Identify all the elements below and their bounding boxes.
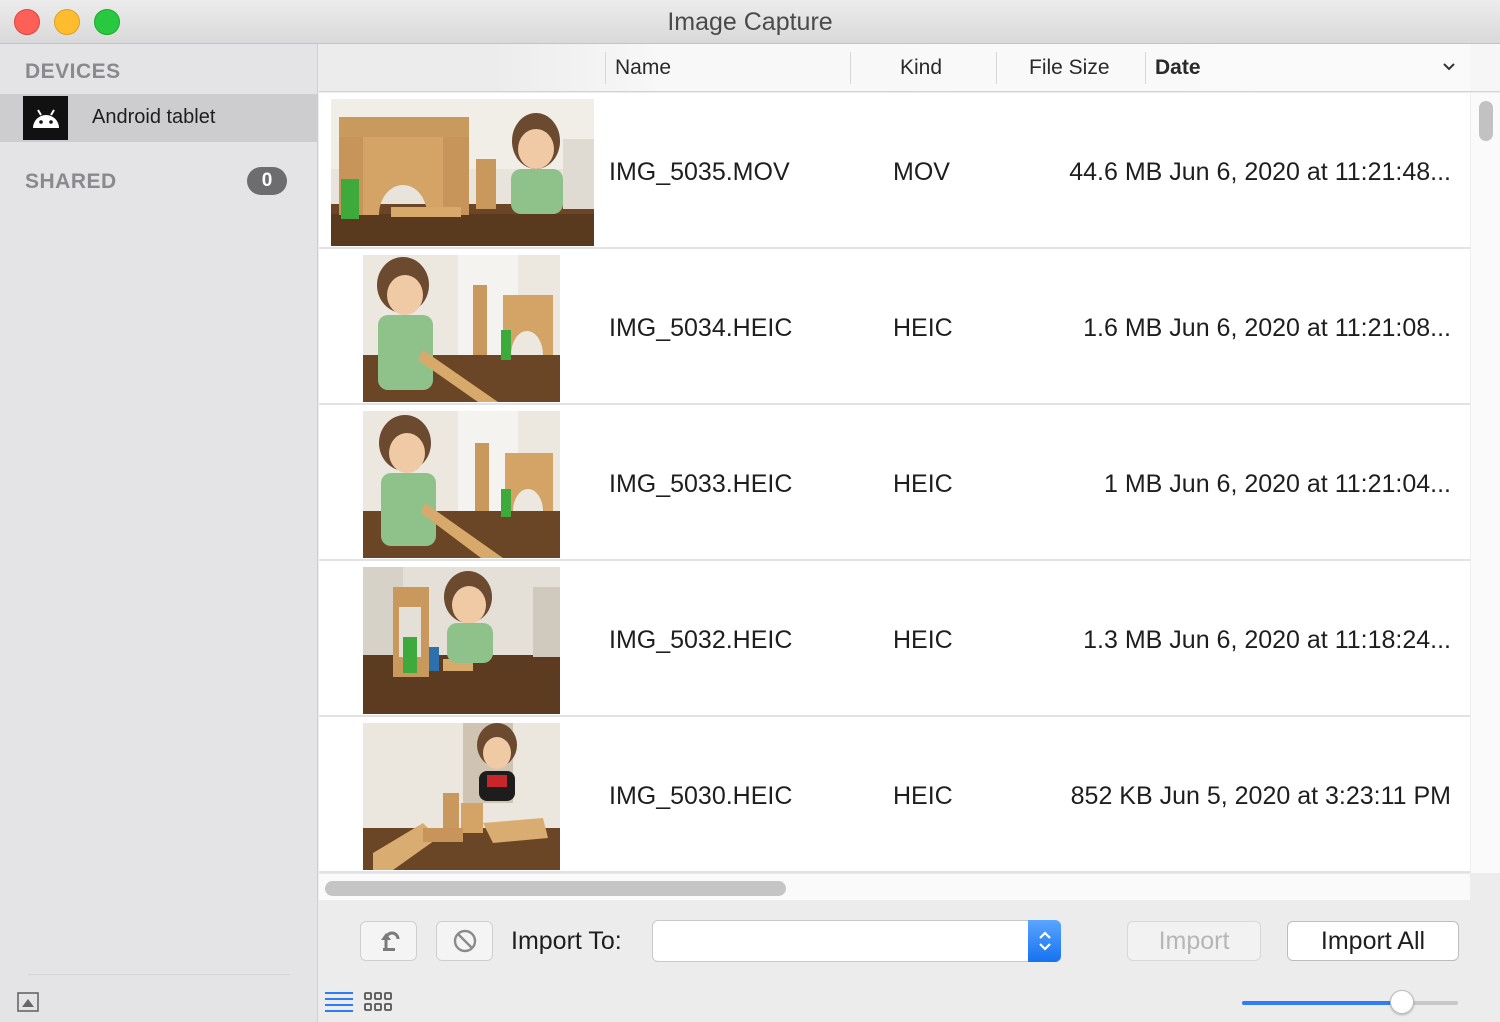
thumbnail-image <box>363 567 560 714</box>
table-row[interactable]: IMG_5030.HEIC HEIC 852 KB Jun 5, 2020 at… <box>319 717 1470 873</box>
sort-chevron-down-icon[interactable] <box>1442 62 1456 72</box>
up-down-chevron-icon <box>1038 931 1051 951</box>
file-kind: HEIC <box>893 626 953 654</box>
file-kind: HEIC <box>893 470 953 498</box>
file-size-date: 1.3 MB Jun 6, 2020 at 11:18:24... <box>1083 626 1451 654</box>
column-date[interactable]: Date <box>1155 56 1201 80</box>
column-separator <box>996 52 997 84</box>
column-separator <box>1145 52 1146 84</box>
file-kind: HEIC <box>893 782 953 810</box>
rotate-left-icon <box>380 931 399 951</box>
thumbnail-image <box>331 99 594 246</box>
file-name: IMG_5035.MOV <box>609 158 790 186</box>
title-bar: Image Capture <box>0 0 1500 44</box>
horizontal-scroll-thumb[interactable] <box>325 881 786 896</box>
thumbnail-image <box>363 411 560 558</box>
delete-button[interactable] <box>436 921 493 961</box>
table-row[interactable]: IMG_5033.HEIC HEIC 1 MB Jun 6, 2020 at 1… <box>319 405 1470 561</box>
file-kind: HEIC <box>893 314 953 342</box>
column-name[interactable]: Name <box>615 56 671 80</box>
slider-fill <box>1242 1001 1402 1005</box>
rotate-button[interactable] <box>360 921 417 961</box>
sidebar: DEVICES Android tablet SHARED 0 <box>0 44 318 1022</box>
column-file-size[interactable]: File Size <box>1029 56 1110 80</box>
slider-knob[interactable] <box>1390 990 1414 1014</box>
sidebar-item-android-tablet[interactable]: Android tablet <box>0 94 318 142</box>
import-all-button[interactable]: Import All <box>1287 921 1459 961</box>
prohibited-icon <box>453 929 476 953</box>
column-header: Name Kind File Size Date <box>319 44 1470 92</box>
android-icon <box>23 96 68 140</box>
shared-count-badge: 0 <box>247 167 287 195</box>
import-destination-select[interactable] <box>652 920 1061 962</box>
thumbnail-size-slider[interactable] <box>1242 1001 1458 1005</box>
vertical-scrollbar[interactable] <box>1470 93 1500 873</box>
table-row[interactable]: IMG_5034.HEIC HEIC 1.6 MB Jun 6, 2020 at… <box>319 249 1470 405</box>
file-size-date: 44.6 MB Jun 6, 2020 at 11:21:48... <box>1069 158 1451 186</box>
sidebar-divider <box>28 974 290 975</box>
image-capture-window: Image Capture DEVICES Android tablet SHA… <box>0 0 1500 1022</box>
column-separator <box>850 52 851 84</box>
column-separator <box>605 52 606 84</box>
device-label: Android tablet <box>92 106 216 128</box>
column-header-corner <box>1470 44 1500 92</box>
table-row[interactable]: IMG_5032.HEIC HEIC 1.3 MB Jun 6, 2020 at… <box>319 561 1470 717</box>
file-name: IMG_5032.HEIC <box>609 626 793 654</box>
horizontal-scrollbar[interactable] <box>319 873 1470 900</box>
file-name: IMG_5034.HEIC <box>609 314 793 342</box>
file-size-date: 1 MB Jun 6, 2020 at 11:21:04... <box>1104 470 1451 498</box>
device-info-icon[interactable] <box>17 992 39 1012</box>
file-name: IMG_5030.HEIC <box>609 782 793 810</box>
import-to-label: Import To: <box>511 927 622 955</box>
table-row[interactable]: IMG_5035.MOV MOV 44.6 MB Jun 6, 2020 at … <box>319 93 1470 249</box>
thumbnail-image <box>363 255 560 402</box>
grid-view-icon[interactable] <box>363 990 393 1014</box>
list-view-icon[interactable] <box>324 989 354 1013</box>
file-name: IMG_5033.HEIC <box>609 470 793 498</box>
devices-header: DEVICES <box>25 60 121 83</box>
select-stepper[interactable] <box>1028 920 1061 962</box>
file-size-date: 852 KB Jun 5, 2020 at 3:23:11 PM <box>1070 782 1451 810</box>
file-size-date: 1.6 MB Jun 6, 2020 at 11:21:08... <box>1083 314 1451 342</box>
column-kind[interactable]: Kind <box>900 56 942 80</box>
window-title: Image Capture <box>667 8 833 36</box>
import-button[interactable]: Import <box>1127 921 1261 961</box>
shared-header: SHARED <box>25 170 117 193</box>
file-kind: MOV <box>893 158 950 186</box>
thumbnail-image <box>363 723 560 870</box>
bottom-toolbar: Import To: Import Import All <box>319 900 1500 1022</box>
vertical-scroll-thumb[interactable] <box>1479 101 1493 141</box>
media-table: IMG_5035.MOV MOV 44.6 MB Jun 6, 2020 at … <box>319 93 1470 873</box>
